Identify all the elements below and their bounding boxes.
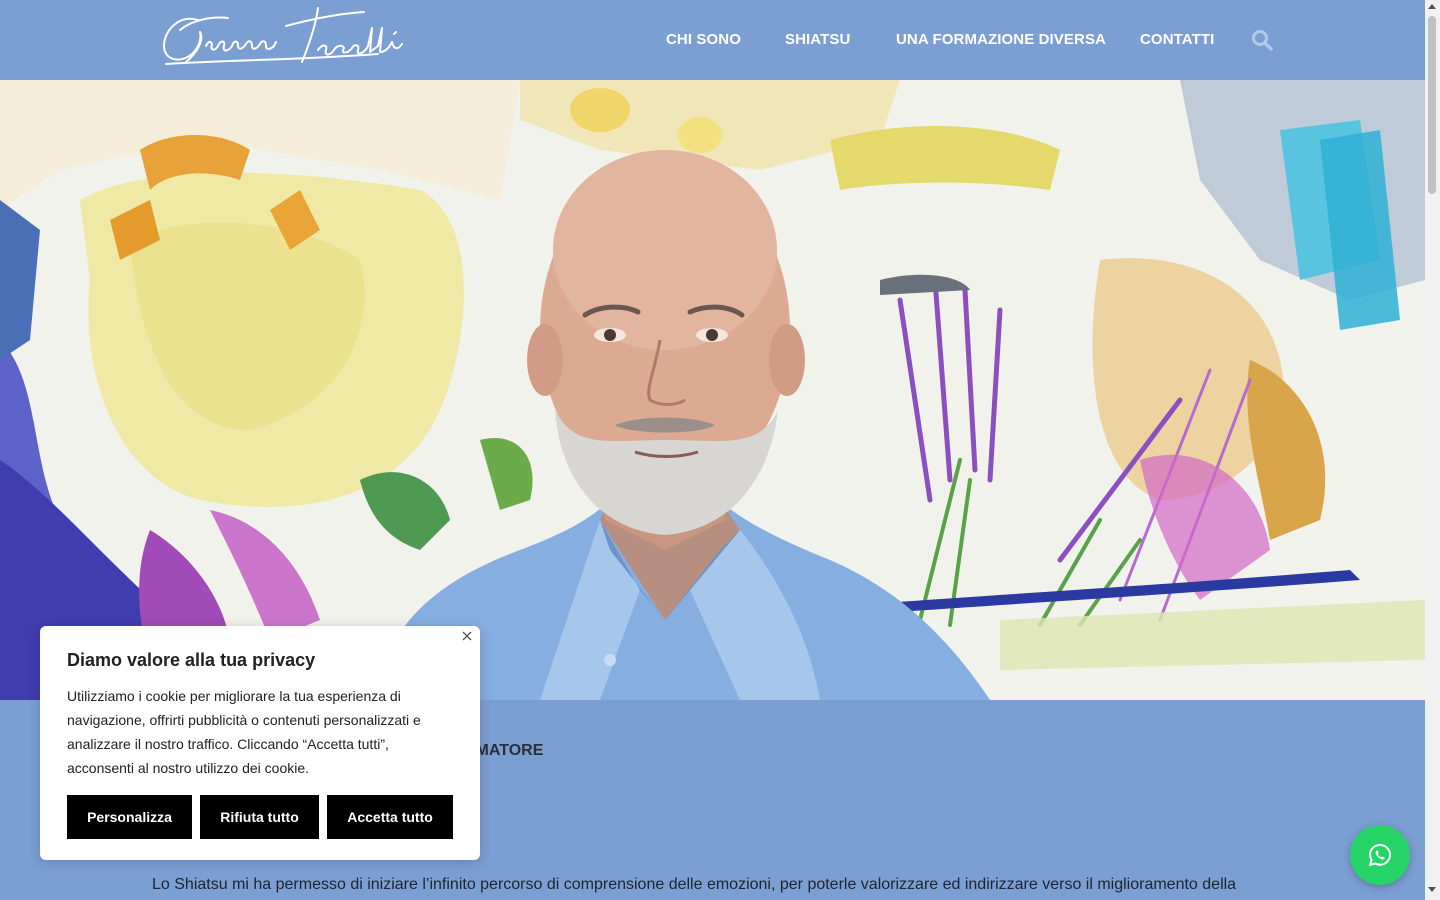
site-logo[interactable] <box>158 6 410 68</box>
whatsapp-icon <box>1368 843 1392 867</box>
close-icon[interactable] <box>460 630 474 644</box>
page-scrollbar[interactable] <box>1425 0 1440 900</box>
whatsapp-button[interactable] <box>1350 825 1410 885</box>
site-header: CHI SONO SHIATSU UNA FORMAZIONE DIVERSA … <box>0 0 1425 80</box>
hero-image <box>0 80 1425 700</box>
nav-una-formazione-diversa[interactable]: UNA FORMAZIONE DIVERSA <box>896 31 1106 48</box>
cookie-title: Diamo valore alla tua privacy <box>67 650 316 670</box>
nav-shiatsu[interactable]: SHIATSU <box>785 31 850 48</box>
cookie-description: Utilizziamo i cookie per migliorare la t… <box>67 688 421 776</box>
page: CHI SONO SHIATSU UNA FORMAZIONE DIVERSA … <box>0 0 1425 900</box>
logo-signature <box>163 7 403 65</box>
nav-contatti[interactable]: CONTATTI <box>1140 31 1214 48</box>
cookie-consent-banner: Diamo valore alla tua privacy Utilizziam… <box>40 626 480 860</box>
scroll-down-arrow-icon[interactable] <box>1428 887 1436 892</box>
reject-all-button[interactable]: Rifiuta tutto <box>200 795 319 839</box>
scroll-up-arrow-icon[interactable] <box>1428 4 1436 9</box>
nav-chi-sono[interactable]: CHI SONO <box>666 31 741 48</box>
search-icon[interactable] <box>1251 29 1273 51</box>
accept-all-button[interactable]: Accetta tutto <box>327 795 453 839</box>
scrollbar-thumb[interactable] <box>1428 16 1436 194</box>
intro-paragraph: Lo Shiatsu mi ha permesso di iniziare l’… <box>152 876 1237 893</box>
customize-button[interactable]: Personalizza <box>67 795 192 839</box>
